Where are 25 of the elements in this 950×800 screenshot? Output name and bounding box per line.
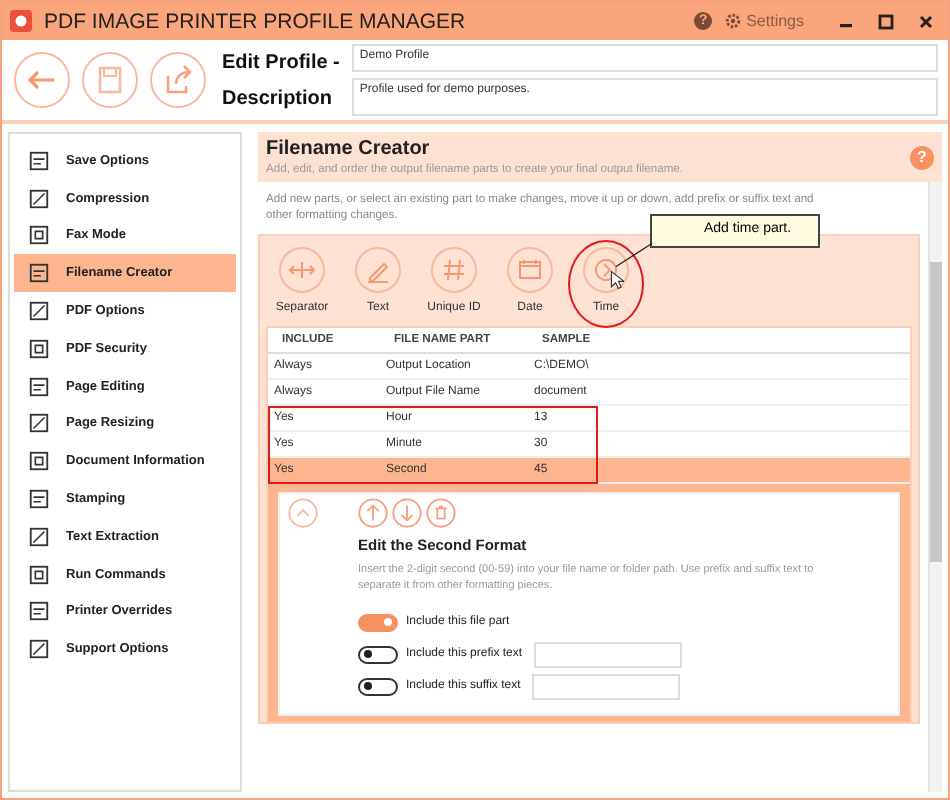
move-down-icon[interactable] (392, 498, 422, 528)
app-logo-icon (10, 10, 32, 32)
close-icon[interactable] (916, 11, 936, 31)
text-field[interactable] (534, 641, 683, 667)
delete-icon[interactable] (426, 498, 456, 528)
calendar-icon (506, 246, 554, 294)
move-up-icon[interactable] (358, 498, 388, 528)
window-title: PDF IMAGE PRINTER PROFILE MANAGER (44, 9, 466, 33)
toggle-switch[interactable] (358, 677, 398, 695)
mouse-cursor-icon (610, 270, 624, 290)
toggle-switch[interactable] (358, 613, 398, 631)
text-field[interactable] (532, 673, 681, 699)
chevron-circle-icon (582, 246, 630, 294)
settings-icon (724, 12, 743, 30)
maximize-icon[interactable] (876, 11, 896, 31)
description-label: Description (222, 85, 335, 111)
save-icon[interactable] (80, 50, 140, 110)
profile-name-label: Edit Profile - (222, 49, 340, 75)
collapse-icon[interactable] (288, 498, 318, 528)
export-icon[interactable] (148, 50, 208, 110)
section-title: Filename Creator (266, 138, 432, 160)
toggle-switch[interactable] (358, 645, 398, 663)
hash-icon (430, 246, 478, 294)
scrollbar[interactable] (928, 182, 942, 792)
pencil-icon (354, 246, 402, 294)
